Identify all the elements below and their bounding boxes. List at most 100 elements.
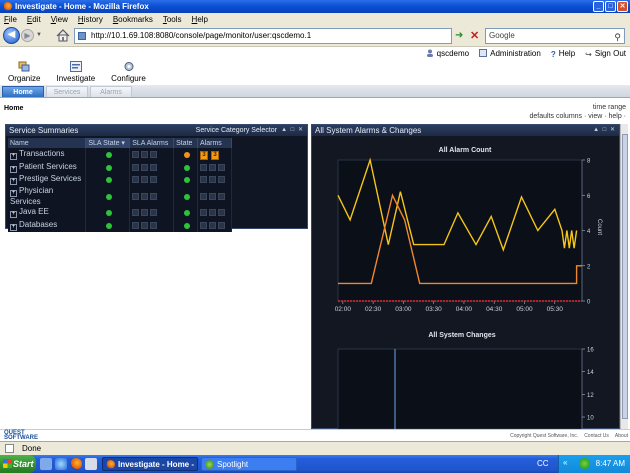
search-icon[interactable]: ⚲	[614, 30, 621, 44]
alarms-cell	[197, 219, 232, 232]
row-name: Prestige Services	[19, 174, 82, 184]
url-input[interactable]: http://10.1.69.108:8080/console/page/mon…	[74, 28, 452, 44]
panel-controls-icon[interactable]: ▲ □ ✕	[593, 125, 616, 136]
alarms-cell	[197, 173, 232, 187]
table-row[interactable]: + Physician Services	[8, 186, 232, 207]
menu-bar: File Edit View History Bookmarks Tools H…	[0, 13, 630, 25]
taskbar-item-spotlight[interactable]: Spotlight	[201, 457, 297, 471]
expand-icon[interactable]: +	[10, 224, 17, 232]
contact-link[interactable]: Contact Us	[584, 433, 609, 439]
history-dropdown-icon[interactable]: ▼	[36, 32, 42, 38]
quest-logo: QUEST SOFTWARE	[4, 430, 38, 441]
sign-out-link[interactable]: ↪ Sign Out	[585, 49, 626, 59]
x-tick-label: 05:30	[547, 306, 564, 313]
row-name-cell: + Prestige Services	[8, 173, 87, 187]
col-name[interactable]: Name	[8, 138, 87, 148]
minimize-icon[interactable]: _	[593, 1, 604, 12]
table-row[interactable]: + Patient Services	[8, 160, 232, 174]
expand-icon[interactable]: +	[10, 211, 17, 219]
copyright-text: Copyright Quest Software, Inc.	[510, 433, 579, 439]
scrollbar-thumb[interactable]	[622, 134, 628, 419]
show-desktop-icon[interactable]	[40, 458, 52, 470]
row-name: Databases	[19, 220, 58, 230]
page-options-links[interactable]: defaults columns · view · help ·	[530, 113, 626, 120]
internet-explorer-icon[interactable]	[55, 458, 67, 470]
administration-link[interactable]: Administration	[479, 49, 541, 58]
alarm-badge[interactable]: 3	[200, 151, 209, 161]
table-row[interactable]: + Java EE	[8, 206, 232, 220]
start-label: Start	[13, 459, 34, 469]
quicklaunch-app-icon[interactable]	[85, 458, 97, 470]
menu-view[interactable]: View	[51, 15, 68, 24]
time-range-link[interactable]: time range	[593, 104, 626, 111]
col-alarms[interactable]: Alarms	[197, 138, 232, 148]
table-row[interactable]: + Databases	[8, 219, 232, 232]
expand-icon[interactable]: +	[10, 165, 17, 173]
empty-slot-icon	[218, 192, 226, 200]
start-button[interactable]: Start	[0, 455, 36, 473]
y-tick-label: 0	[587, 300, 591, 306]
empty-slot-icon	[132, 192, 140, 200]
alarm-badge[interactable]: 3	[211, 151, 220, 161]
col-sla-state[interactable]: SLA State ▾	[85, 138, 131, 148]
menu-tools[interactable]: Tools	[163, 15, 182, 24]
table-row[interactable]: + Transactions 33	[8, 148, 232, 161]
row-name: Transactions	[19, 148, 65, 158]
tray-arrow-icon[interactable]: «	[563, 458, 567, 467]
sla-ok-icon	[105, 151, 112, 158]
panel-controls-icon[interactable]: ▲ □ ✕	[281, 125, 304, 136]
state-warning-icon	[183, 151, 190, 158]
maximize-icon[interactable]: □	[605, 1, 616, 12]
x-tick-label: 03:30	[426, 306, 443, 313]
close-icon[interactable]: ✕	[617, 1, 628, 12]
empty-slot-icon	[132, 150, 140, 158]
empty-slot-icon	[200, 222, 208, 230]
alarms-cell	[197, 206, 232, 220]
stop-icon[interactable]: ✕	[470, 29, 479, 42]
tray-app-icon[interactable]	[579, 458, 590, 469]
y-tick-label: 6	[587, 194, 591, 200]
col-sla-alarms[interactable]: SLA Alarms	[129, 138, 175, 148]
search-input[interactable]: Google ⚲	[485, 28, 625, 44]
expand-icon[interactable]: +	[10, 152, 17, 160]
menu-file[interactable]: File	[4, 15, 17, 24]
organize-button[interactable]: Organize	[8, 59, 40, 85]
windows-logo-icon	[3, 459, 12, 468]
tab-services[interactable]: Services	[46, 86, 88, 97]
forward-arrow-icon[interactable]: ▶	[21, 29, 34, 42]
status-text: Done	[22, 444, 42, 453]
tab-home[interactable]: Home	[2, 86, 44, 97]
expand-icon[interactable]: +	[10, 190, 17, 198]
home-icon[interactable]	[56, 29, 70, 42]
expand-icon[interactable]: +	[10, 178, 17, 186]
menu-history[interactable]: History	[78, 15, 103, 24]
col-state[interactable]: State	[173, 138, 199, 148]
help-link[interactable]: ? Help	[551, 49, 575, 59]
row-name-cell: + Patient Services	[8, 160, 87, 174]
language-indicator[interactable]: CC	[537, 459, 549, 468]
x-tick-label: 03:00	[395, 306, 412, 313]
menu-help[interactable]: Help	[192, 15, 208, 24]
firefox-quicklaunch-icon[interactable]	[70, 458, 82, 470]
service-panel-header: Service Summaries Service Category Selec…	[6, 125, 307, 136]
back-arrow-icon[interactable]: ◀	[3, 27, 20, 44]
menu-edit[interactable]: Edit	[27, 15, 41, 24]
empty-slot-icon	[218, 176, 226, 184]
user-link[interactable]: qscdemo	[426, 49, 469, 58]
about-link[interactable]: About	[615, 433, 628, 439]
page-icon	[78, 32, 86, 40]
investigate-button[interactable]: Investigate	[56, 59, 95, 85]
sla-state-cell	[85, 219, 131, 232]
menu-bookmarks[interactable]: Bookmarks	[113, 15, 153, 24]
go-icon[interactable]: ➜	[455, 30, 463, 41]
service-category-selector[interactable]: Service Category Selector	[196, 125, 277, 136]
x-tick-label: 04:00	[456, 306, 473, 313]
tab-alarms[interactable]: Alarms	[90, 86, 132, 97]
y-tick-label: 4	[587, 229, 591, 235]
admin-icon	[479, 49, 488, 57]
configure-button[interactable]: Configure	[111, 59, 146, 85]
taskbar-item-investigate[interactable]: Investigate - Home - ...	[102, 457, 198, 471]
table-row[interactable]: + Prestige Services	[8, 173, 232, 187]
panel-scrollbar[interactable]	[620, 124, 628, 429]
empty-slot-icon	[209, 176, 217, 184]
